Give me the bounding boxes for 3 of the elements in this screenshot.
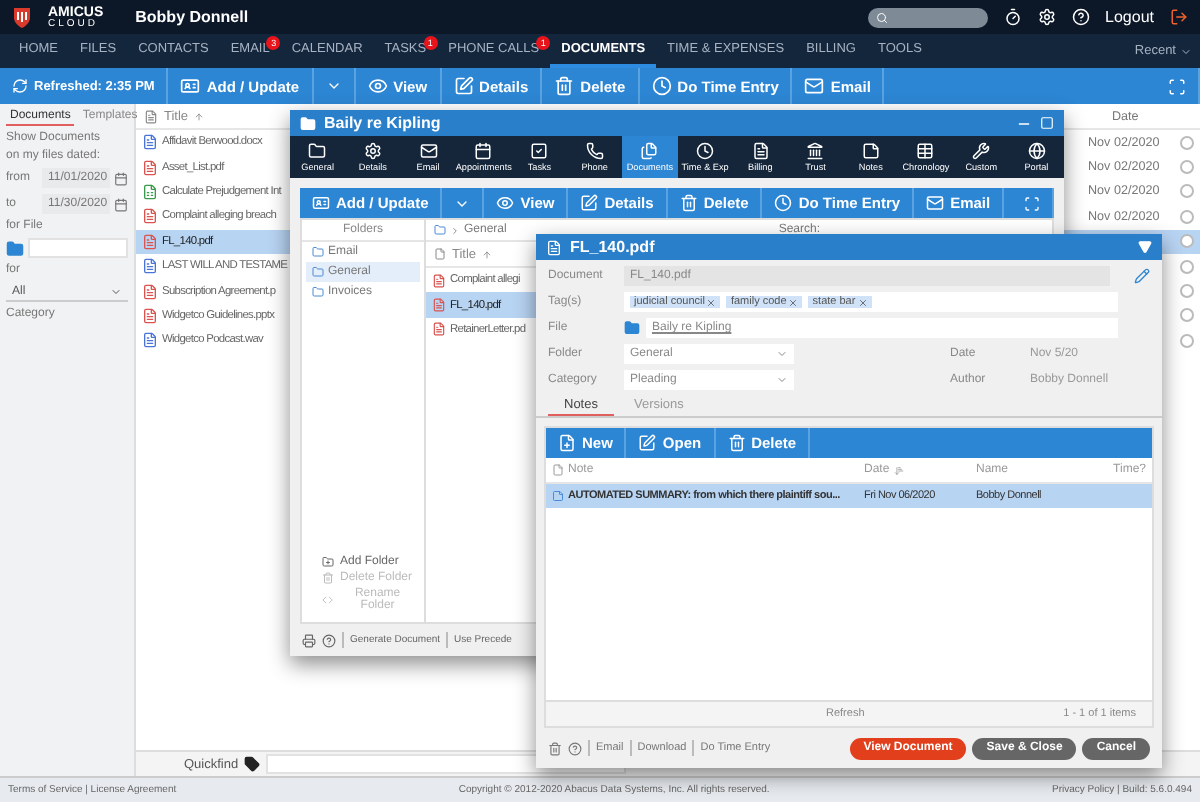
dialog-title: FL_140.pdf — [570, 238, 655, 256]
user-name: Bobby Donnell — [135, 8, 249, 26]
window-title: Baily re Kipling — [324, 114, 441, 132]
